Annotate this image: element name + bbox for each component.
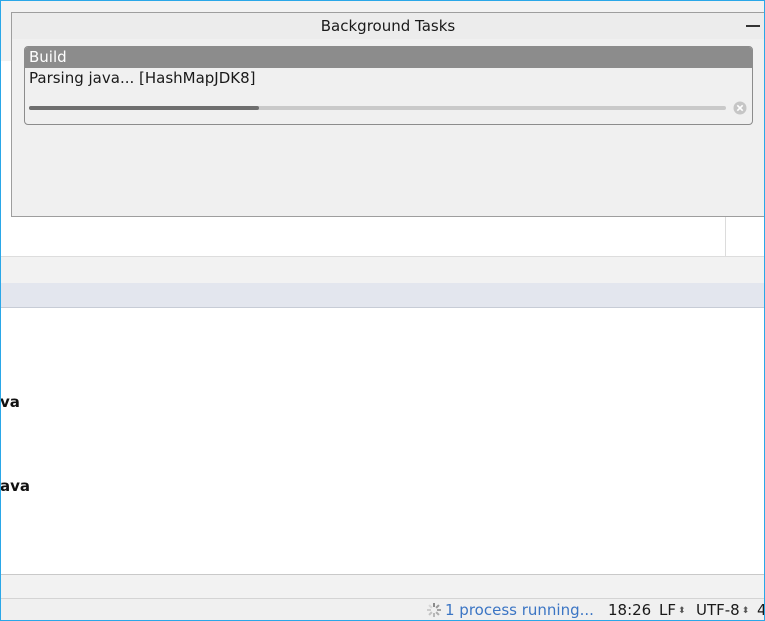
- line-separator-label: LF: [659, 601, 676, 619]
- background-tasks-popup: Background Tasks Build Parsing java... […: [11, 12, 765, 217]
- progress-bar: [29, 106, 726, 110]
- encoding-selector[interactable]: UTF-8 ⬍: [696, 601, 749, 619]
- cursor-position[interactable]: 18:26: [608, 601, 651, 619]
- task-group-label: Build: [25, 47, 752, 68]
- updown-icon: ⬍: [678, 606, 686, 616]
- status-bar: 1 process running... 18:26 LF ⬍ UTF-8 ⬍ 4: [1, 598, 765, 621]
- bottom-tool-strip: [1, 574, 764, 599]
- task-description: Parsing java... [HashMapJDK8]: [29, 69, 256, 87]
- tool-window-header: [1, 283, 764, 308]
- process-label[interactable]: 1 process running...: [445, 601, 594, 619]
- popup-title: Background Tasks: [12, 13, 764, 39]
- progress-fill: [29, 106, 259, 110]
- cancel-icon[interactable]: [733, 101, 747, 115]
- list-item[interactable]: va: [0, 393, 20, 411]
- updown-icon: ⬍: [741, 606, 750, 616]
- indent-selector[interactable]: 4: [757, 601, 765, 619]
- task-panel: Build Parsing java... [HashMapJDK8]: [24, 46, 753, 125]
- line-separator-selector[interactable]: LF ⬍: [659, 601, 686, 619]
- encoding-label: UTF-8: [696, 601, 740, 619]
- process-indicator[interactable]: 1 process running...: [427, 601, 594, 619]
- minimize-icon[interactable]: [746, 25, 760, 27]
- spinner-icon: [427, 603, 441, 617]
- tool-window-toolbar: [1, 256, 764, 284]
- list-item[interactable]: ava: [0, 477, 30, 495]
- file-list: [1, 308, 764, 574]
